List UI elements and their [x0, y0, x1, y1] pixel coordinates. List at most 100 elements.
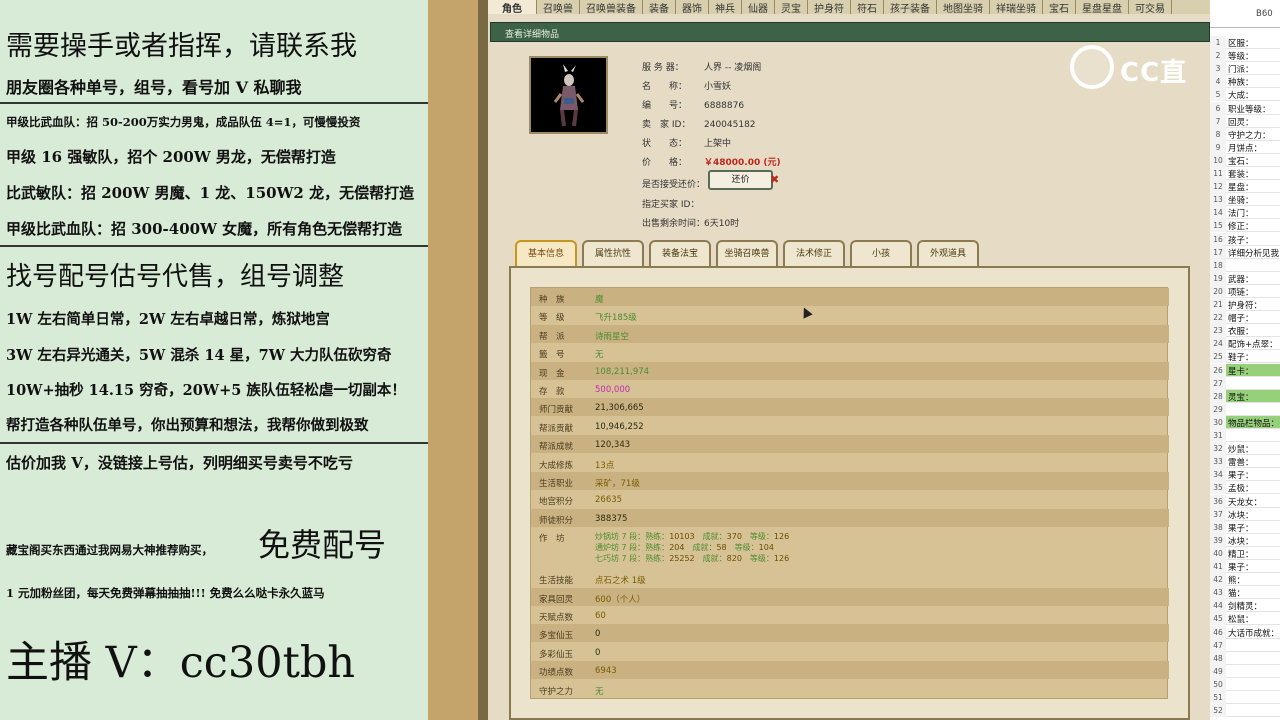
sheet-row[interactable]: 18: [1210, 258, 1280, 272]
sheet-row[interactable]: 39 冰块：: [1210, 533, 1280, 547]
sheet-row[interactable]: 36 天龙女：: [1210, 494, 1280, 508]
sheet-row[interactable]: 3 门派：: [1210, 62, 1280, 76]
cell-reference[interactable]: B60: [1210, 0, 1280, 28]
sheet-row[interactable]: 33 雷兽：: [1210, 455, 1280, 469]
category-tabs: 角色 召唤兽 召唤兽装备 装备 器饰 神兵 仙器 灵宝 护身符 符石 孩子装备 地图坐骑 祥瑞坐骑 宝石星…: [488, 0, 1210, 14]
tab-category[interactable]: 装备: [643, 0, 676, 14]
table-row: 天赋点数 60: [531, 606, 1169, 624]
tab-category[interactable]: 祥瑞坐骑: [990, 0, 1043, 14]
sheet-row[interactable]: 46 大话币成就：: [1210, 625, 1280, 639]
sheet-row[interactable]: 51: [1210, 691, 1280, 704]
sheet-row[interactable]: 24 配饰+点翠：: [1210, 337, 1280, 351]
workshop-line: 通炉坊 7 段：熟练：204 成就：58 等级：104: [595, 542, 774, 553]
sheet-row[interactable]: 28 灵宝：: [1210, 389, 1280, 403]
logo-text: CC直: [1120, 58, 1188, 88]
note-line: 甲级比武血队：招 50-200万实力男鬼，成品队伍 4=1，可慢慢投资: [6, 115, 361, 129]
row-number: 28: [1210, 389, 1226, 403]
sheet-row[interactable]: 22 帽子：: [1210, 311, 1280, 325]
sheet-row[interactable]: 47: [1210, 638, 1280, 652]
tab-appearance[interactable]: 外观道具: [917, 240, 979, 266]
tab-category[interactable]: 护身符: [808, 0, 851, 14]
sheet-row[interactable]: 4 种族：: [1210, 75, 1280, 89]
tab-category[interactable]: 仙器: [742, 0, 775, 14]
sheet-row[interactable]: 8 守护之力：: [1210, 127, 1280, 141]
sheet-row[interactable]: 10 宝石：: [1210, 153, 1280, 167]
cell-text: 等级：: [1228, 52, 1254, 63]
table-row: 现 金 108,211,974: [531, 361, 1169, 380]
cc-logo-icon: [1070, 45, 1114, 89]
sheet-row[interactable]: 19 武器：: [1210, 271, 1280, 285]
row-label: 多宝仙玉: [539, 631, 574, 642]
sheet-row[interactable]: 48: [1210, 651, 1280, 665]
sheet-row[interactable]: 44 剑精灵：: [1210, 599, 1280, 613]
sheet-row[interactable]: 52: [1210, 704, 1280, 718]
tab-attributes[interactable]: 属性抗性: [582, 240, 644, 266]
tab-category[interactable]: 宝石: [1043, 0, 1076, 14]
tab-category[interactable]: 孩子装备: [884, 0, 937, 14]
tab-category[interactable]: 符石: [851, 0, 884, 14]
sheet-row[interactable]: 26 星卡：: [1210, 363, 1280, 377]
tab-category[interactable]: 灵宝: [775, 0, 808, 14]
tab-role[interactable]: 角色: [488, 0, 537, 14]
row-number: 35: [1210, 481, 1226, 495]
tab-category[interactable]: 召唤兽: [537, 0, 580, 14]
sheet-row[interactable]: 12 星盘：: [1210, 180, 1280, 194]
sheet-row[interactable]: 15 修正：: [1210, 219, 1280, 233]
tab-spell-correction[interactable]: 法术修正: [783, 240, 845, 266]
stat-value: 820: [726, 554, 742, 564]
tab-category[interactable]: 召唤兽装备: [580, 0, 643, 14]
sheet-row[interactable]: 16 孩子：: [1210, 232, 1280, 246]
sheet-row[interactable]: 32 炒鼠：: [1210, 442, 1280, 456]
tab-category[interactable]: 神兵: [709, 0, 742, 14]
sheet-row[interactable]: 21 护身符：: [1210, 298, 1280, 311]
tab-category[interactable]: 地图坐骑: [937, 0, 990, 14]
cc-live-logo: CC直: [1070, 42, 1210, 94]
sheet-row[interactable]: 27: [1210, 376, 1280, 390]
sheet-row[interactable]: 40 精卫：: [1210, 546, 1280, 560]
sheet-row[interactable]: 29: [1210, 402, 1280, 416]
sheet-row[interactable]: 30 物品栏物品：: [1210, 415, 1280, 429]
sheet-row[interactable]: 25 鞋子：: [1210, 350, 1280, 364]
sheet-row[interactable]: 49: [1210, 664, 1280, 678]
cell-text: 物品栏物品：: [1228, 418, 1280, 429]
sheet-row[interactable]: 9 月饼点：: [1210, 140, 1280, 154]
tab-equipment[interactable]: 装备法宝: [649, 240, 711, 266]
tab-category[interactable]: 星盘星盘: [1076, 0, 1129, 14]
tab-basic-info[interactable]: 基本信息: [515, 240, 577, 266]
sheet-row[interactable]: 14 法门：: [1210, 206, 1280, 220]
table-row: 等 级 飞升185级: [531, 306, 1169, 324]
tab-category[interactable]: 可交易: [1129, 0, 1172, 14]
sheet-row[interactable]: 2 等级：: [1210, 49, 1280, 63]
stat-label: 熟练：: [645, 554, 670, 564]
sheet-row[interactable]: 23 衣服：: [1210, 324, 1280, 338]
sheet-row[interactable]: 7 回灵：: [1210, 114, 1280, 128]
sheet-row[interactable]: 1 区服：: [1210, 36, 1280, 49]
tab-category[interactable]: 器饰: [676, 0, 709, 14]
sheet-row[interactable]: 43 猫：: [1210, 586, 1280, 600]
cell-text: 冰块：: [1228, 510, 1254, 521]
haggle-button[interactable]: 还价: [708, 170, 773, 190]
streamer-contact: 主播 V：cc30tbh: [6, 638, 356, 688]
row-number: 33: [1210, 455, 1226, 469]
close-icon[interactable]: ✖: [770, 173, 779, 186]
sheet-row[interactable]: 6 职业等级：: [1210, 101, 1280, 115]
tab-mounts-pets[interactable]: 坐骑召唤兽: [716, 240, 778, 266]
sheet-row[interactable]: 42 熊：: [1210, 573, 1280, 587]
sheet-row[interactable]: 37 冰块：: [1210, 507, 1280, 521]
sheet-row[interactable]: 20 项链：: [1210, 284, 1280, 298]
sheet-row[interactable]: 31: [1210, 429, 1280, 442]
sheet-row[interactable]: 50: [1210, 677, 1280, 691]
sheet-row[interactable]: 5 大成：: [1210, 88, 1280, 102]
tab-child[interactable]: 小孩: [850, 240, 912, 266]
sheet-row[interactable]: 11 套装：: [1210, 167, 1280, 180]
sheet-row[interactable]: 45 松鼠：: [1210, 612, 1280, 626]
cell-text: 宝石：: [1228, 156, 1254, 167]
sheet-row[interactable]: 34 果子：: [1210, 468, 1280, 482]
sheet-row[interactable]: 13 坐骑：: [1210, 193, 1280, 207]
sheet-row[interactable]: 38 果子：: [1210, 520, 1280, 534]
sheet-row[interactable]: 35 孟极：: [1210, 481, 1280, 495]
row-value: 13点: [595, 460, 615, 471]
cell-text: 法门：: [1228, 209, 1254, 220]
sheet-row[interactable]: 17 详细分析见我: [1210, 245, 1280, 259]
sheet-row[interactable]: 41 果子：: [1210, 560, 1280, 573]
